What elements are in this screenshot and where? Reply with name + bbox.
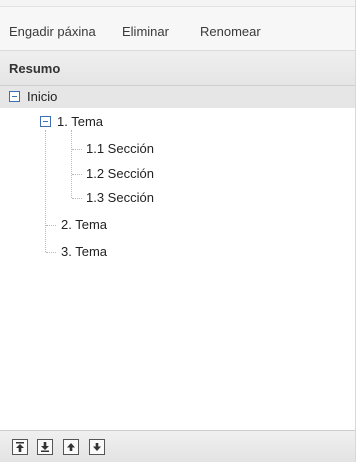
tree-guide-h (46, 252, 56, 253)
outline-footer (0, 430, 355, 462)
delete-button[interactable]: Eliminar (122, 24, 169, 39)
tree-node-topic2[interactable]: 2. Tema (61, 214, 107, 236)
tree-node-section[interactable]: 1.2 Sección (86, 163, 154, 185)
tree-node-root-label: Inicio (27, 89, 58, 104)
tree-node-topic3[interactable]: 3. Tema (61, 241, 107, 263)
tree-node-section[interactable]: 1.1 Sección (86, 138, 154, 160)
tree-guide-h (72, 198, 82, 199)
tree-node-topic1[interactable]: 1. Tema (0, 111, 355, 133)
add-page-button[interactable]: Engadir páxina (9, 24, 96, 39)
tree-guide-section-level (71, 130, 72, 198)
move-up-icon[interactable] (63, 439, 79, 455)
tree-node-section[interactable]: 1.3 Sección (86, 187, 154, 209)
tree-guide-h (46, 225, 56, 226)
tree-node-topic1-label: 1. Tema (57, 114, 104, 129)
collapse-root-icon[interactable] (9, 91, 20, 102)
outline-title: Resumo (9, 61, 61, 76)
tree-guide-h (72, 149, 82, 150)
move-bottom-icon[interactable] (37, 439, 53, 455)
collapse-topic1-icon[interactable] (40, 116, 51, 127)
tree-guide-topic1-level (45, 130, 46, 252)
tree-guide-h (72, 174, 82, 175)
outline-tree: Inicio 1. Tema 1.1 Sección 1.2 Sección 1… (0, 86, 355, 430)
outline-panel: Engadir páxina Eliminar Renomear Resumo … (0, 0, 356, 462)
outline-toolbar: Engadir páxina Eliminar Renomear (0, 7, 355, 51)
panel-top-edge (0, 0, 355, 7)
move-top-icon[interactable] (12, 439, 28, 455)
outline-header: Resumo (0, 51, 355, 86)
rename-button[interactable]: Renomear (200, 24, 261, 39)
tree-node-root[interactable]: Inicio (0, 86, 355, 108)
move-down-icon[interactable] (89, 439, 105, 455)
